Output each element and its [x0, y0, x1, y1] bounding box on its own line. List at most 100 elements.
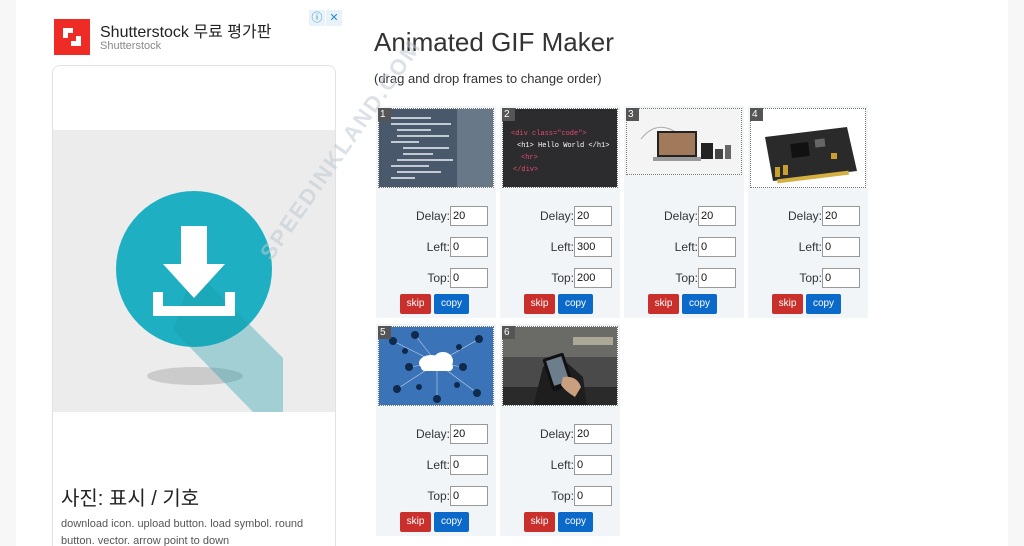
skip-button[interactable]: skip — [400, 294, 431, 314]
ad-title[interactable]: Shutterstock 무료 평가판 — [100, 18, 271, 42]
left-label: Left: — [674, 240, 698, 254]
code-line-2: <h1> Hello World </h1> — [517, 142, 609, 150]
frame-thumbnail[interactable]: <div class="code"> <h1> Hello World </h1… — [502, 108, 618, 188]
close-icon[interactable]: ✕ — [326, 10, 342, 26]
frame-card-3[interactable]: 3 Delay: Left: Top: skip copy — [624, 106, 744, 318]
ad-choices[interactable]: ⓘ ✕ — [309, 10, 343, 26]
delay-field: Delay: — [500, 424, 620, 444]
skip-button[interactable]: skip — [524, 294, 555, 314]
delay-label: Delay: — [663, 209, 698, 223]
frame-number: 2 — [502, 108, 515, 121]
top-label: Top: — [551, 271, 574, 285]
ad-card[interactable]: 사진: 표시 / 기호 download icon. upload button… — [52, 65, 336, 546]
left-input[interactable] — [574, 455, 612, 475]
left-input[interactable] — [450, 455, 488, 475]
delay-field: Delay: — [376, 206, 496, 226]
left-label: Left: — [550, 458, 574, 472]
top-label: Top: — [675, 271, 698, 285]
code-line-1: <div class="code"> — [511, 130, 587, 138]
top-label: Top: — [427, 271, 450, 285]
frame-card-4[interactable]: 4 Delay: Left: Top: skip copy — [748, 106, 868, 318]
left-label: Left: — [798, 240, 822, 254]
page-gutter-left — [0, 0, 16, 546]
advertisement[interactable]: Shutterstock 무료 평가판 Shutterstock ⓘ ✕ 사진:… — [52, 10, 344, 546]
ad-subtitle[interactable]: Shutterstock — [100, 40, 161, 52]
cloud-network-image — [379, 327, 493, 405]
left-input[interactable] — [574, 237, 612, 257]
frame-card-1[interactable]: 1 Delay: Left: Top: skip copy — [376, 106, 496, 318]
top-input[interactable] — [574, 486, 612, 506]
delay-label: Delay: — [415, 427, 450, 441]
ad-caption-desc[interactable]: download icon. upload button. load symbo… — [61, 516, 331, 546]
delay-input[interactable] — [450, 424, 488, 444]
sound-card-image — [751, 109, 865, 187]
delay-field: Delay: — [500, 206, 620, 226]
page-title: Animated GIF Maker — [374, 27, 614, 57]
top-input[interactable] — [822, 268, 860, 288]
left-label: Left: — [550, 240, 574, 254]
delay-label: Delay: — [787, 209, 822, 223]
left-input[interactable] — [698, 237, 736, 257]
copy-button[interactable]: copy — [434, 512, 469, 532]
left-label: Left: — [426, 240, 450, 254]
page-subtitle: (drag and drop frames to change order) — [374, 71, 602, 86]
frame-number: 1 — [378, 108, 391, 121]
top-field: Top: — [376, 486, 496, 506]
top-input[interactable] — [698, 268, 736, 288]
ad-image[interactable] — [53, 130, 335, 412]
delay-label: Delay: — [539, 427, 574, 441]
delay-input[interactable] — [698, 206, 736, 226]
left-field: Left: — [500, 237, 620, 257]
top-field: Top: — [748, 268, 868, 288]
left-input[interactable] — [822, 237, 860, 257]
skip-button[interactable]: skip — [400, 512, 431, 532]
frame-number: 6 — [502, 326, 515, 339]
copy-button[interactable]: copy — [558, 512, 593, 532]
frame-number: 3 — [626, 108, 639, 121]
delay-input[interactable] — [450, 206, 488, 226]
left-field: Left: — [748, 237, 868, 257]
delay-input[interactable] — [822, 206, 860, 226]
copy-button[interactable]: copy — [434, 294, 469, 314]
shutterstock-logo-icon[interactable] — [54, 19, 90, 55]
delay-label: Delay: — [539, 209, 574, 223]
delay-field: Delay: — [624, 206, 744, 226]
top-input[interactable] — [450, 486, 488, 506]
frame-number: 5 — [378, 326, 391, 339]
skip-button[interactable]: skip — [772, 294, 803, 314]
delay-input[interactable] — [574, 206, 612, 226]
delay-input[interactable] — [574, 424, 612, 444]
top-field: Top: — [500, 486, 620, 506]
top-input[interactable] — [574, 268, 612, 288]
skip-button[interactable]: skip — [524, 512, 555, 532]
frame-card-6[interactable]: 6 Delay: Left: Top: skip copy — [500, 324, 620, 536]
frame-thumbnail[interactable] — [378, 326, 494, 406]
frame-card-5[interactable]: 5 Delay: Left: — [376, 324, 496, 536]
ad-caption-title[interactable]: 사진: 표시 / 기호 — [61, 482, 199, 511]
info-icon[interactable]: ⓘ — [309, 10, 325, 26]
copy-button[interactable]: copy — [558, 294, 593, 314]
frame-card-2[interactable]: 2 <div class="code"> <h1> Hello World </… — [500, 106, 620, 318]
frame-number: 4 — [750, 108, 763, 121]
frame-thumbnail[interactable] — [750, 108, 866, 188]
delay-field: Delay: — [748, 206, 868, 226]
code-line-3: <hr> — [521, 154, 538, 162]
top-field: Top: — [624, 268, 744, 288]
frame-thumbnail[interactable] — [502, 326, 618, 406]
delay-label: Delay: — [415, 209, 450, 223]
frame-thumbnail[interactable] — [378, 108, 494, 188]
laptop-tablet-image — [627, 109, 741, 174]
copy-button[interactable]: copy — [806, 294, 841, 314]
frame-thumbnail[interactable] — [626, 108, 742, 175]
top-label: Top: — [427, 489, 450, 503]
ad-header[interactable]: Shutterstock 무료 평가판 Shutterstock ⓘ ✕ — [52, 10, 344, 58]
top-field: Top: — [376, 268, 496, 288]
left-input[interactable] — [450, 237, 488, 257]
copy-button[interactable]: copy — [682, 294, 717, 314]
code-on-monitor-image — [379, 109, 493, 187]
left-field: Left: — [376, 237, 496, 257]
top-label: Top: — [799, 271, 822, 285]
skip-button[interactable]: skip — [648, 294, 679, 314]
code-line-4: </div> — [513, 166, 538, 174]
top-input[interactable] — [450, 268, 488, 288]
